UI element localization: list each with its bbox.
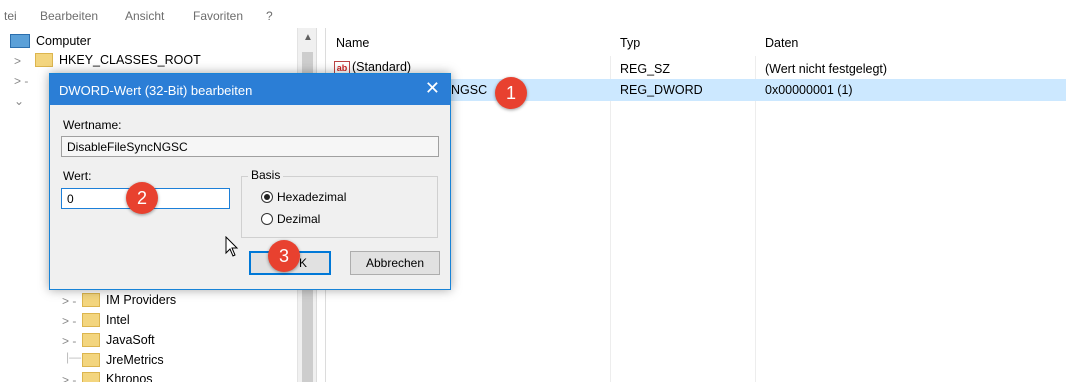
dialog-title: DWORD-Wert (32-Bit) bearbeiten xyxy=(59,83,253,98)
dialog-titlebar[interactable]: DWORD-Wert (32-Bit) bearbeiten ✕ xyxy=(50,74,450,105)
tree-item-label: IM Providers xyxy=(106,293,177,307)
folder-icon xyxy=(82,353,100,367)
tree-item-label: Khronos xyxy=(106,372,153,382)
base-groupbox: Basis Hexadezimal Dezimal xyxy=(241,168,438,238)
tree-item-label: HKEY_CLASSES_ROOT xyxy=(59,53,201,67)
list-cell-name: NGSC xyxy=(451,83,488,97)
column-header-data[interactable]: Daten xyxy=(765,36,798,50)
menu-ansicht[interactable]: Ansicht xyxy=(125,9,164,23)
step-badge-2: 2 xyxy=(126,182,158,214)
scroll-up-icon[interactable]: ▲ xyxy=(303,32,313,43)
tree-item-im-providers[interactable]: IM Providers xyxy=(82,290,176,310)
value-name-label: Wertname: xyxy=(63,118,122,132)
radio-selected-icon xyxy=(261,191,273,203)
folder-icon xyxy=(82,313,100,327)
value-data-label: Wert: xyxy=(63,169,92,183)
expand-arrow-icon[interactable]: > xyxy=(14,54,21,68)
tree-item-label: Intel xyxy=(106,313,130,327)
tree-item-label: JreMetrics xyxy=(106,353,164,367)
radio-decimal[interactable]: Dezimal xyxy=(261,212,320,226)
expand-arrow-icon[interactable]: > - xyxy=(14,74,28,88)
menu-help[interactable]: ? xyxy=(266,9,273,23)
radio-unselected-icon xyxy=(261,213,273,225)
menu-favoriten[interactable]: Favoriten xyxy=(193,9,243,23)
menu-datei[interactable]: tei xyxy=(4,9,17,23)
tree-item-javasoft[interactable]: JavaSoft xyxy=(82,330,155,350)
computer-icon xyxy=(10,34,30,48)
tree-item-hkcr[interactable]: HKEY_CLASSES_ROOT xyxy=(35,50,201,70)
folder-icon xyxy=(82,333,100,347)
menu-bar: tei Bearbeiten Ansicht Favoriten ? xyxy=(0,0,1066,28)
expand-arrow-icon[interactable]: > - xyxy=(62,334,76,348)
tree-line: |— xyxy=(66,350,82,364)
collapse-arrow-icon[interactable]: ⌄ xyxy=(14,94,24,108)
radio-hexadecimal[interactable]: Hexadezimal xyxy=(261,190,346,204)
step-badge-1: 1 xyxy=(495,77,527,109)
menu-bearbeiten[interactable]: Bearbeiten xyxy=(40,9,98,23)
tree-item-computer[interactable]: Computer xyxy=(10,31,91,51)
column-header-name[interactable]: Name xyxy=(336,36,369,50)
expand-arrow-icon[interactable]: > - xyxy=(62,314,76,328)
column-divider xyxy=(610,56,611,382)
tree-item-label: Computer xyxy=(36,34,91,48)
tree-item-jremetrics[interactable]: JreMetrics xyxy=(82,350,164,370)
expand-arrow-icon[interactable]: > - xyxy=(62,373,76,382)
mouse-pointer-icon xyxy=(225,236,239,257)
list-cell-type: REG_DWORD xyxy=(620,83,703,97)
step-badge-3: 3 xyxy=(268,240,300,272)
list-cell-data: (Wert nicht festgelegt) xyxy=(765,62,888,76)
expand-arrow-icon[interactable]: > - xyxy=(62,294,76,308)
base-label: Basis xyxy=(248,168,284,182)
folder-icon xyxy=(82,372,100,382)
close-icon[interactable]: ✕ xyxy=(425,78,440,99)
tree-item-khronos[interactable]: Khronos xyxy=(82,369,153,382)
edit-dword-dialog: DWORD-Wert (32-Bit) bearbeiten ✕ Wertnam… xyxy=(49,73,451,290)
column-header-type[interactable]: Typ xyxy=(620,36,640,50)
folder-icon xyxy=(35,53,53,67)
tree-item-label: JavaSoft xyxy=(106,333,155,347)
value-name-field: DisableFileSyncNGSC xyxy=(61,136,439,157)
folder-icon xyxy=(82,293,100,307)
tree-item-intel[interactable]: Intel xyxy=(82,310,130,330)
cancel-button[interactable]: Abbrechen xyxy=(350,251,440,275)
list-cell-type: REG_SZ xyxy=(620,62,671,76)
column-divider xyxy=(755,56,756,382)
list-cell-data: 0x00000001 (1) xyxy=(765,83,853,97)
